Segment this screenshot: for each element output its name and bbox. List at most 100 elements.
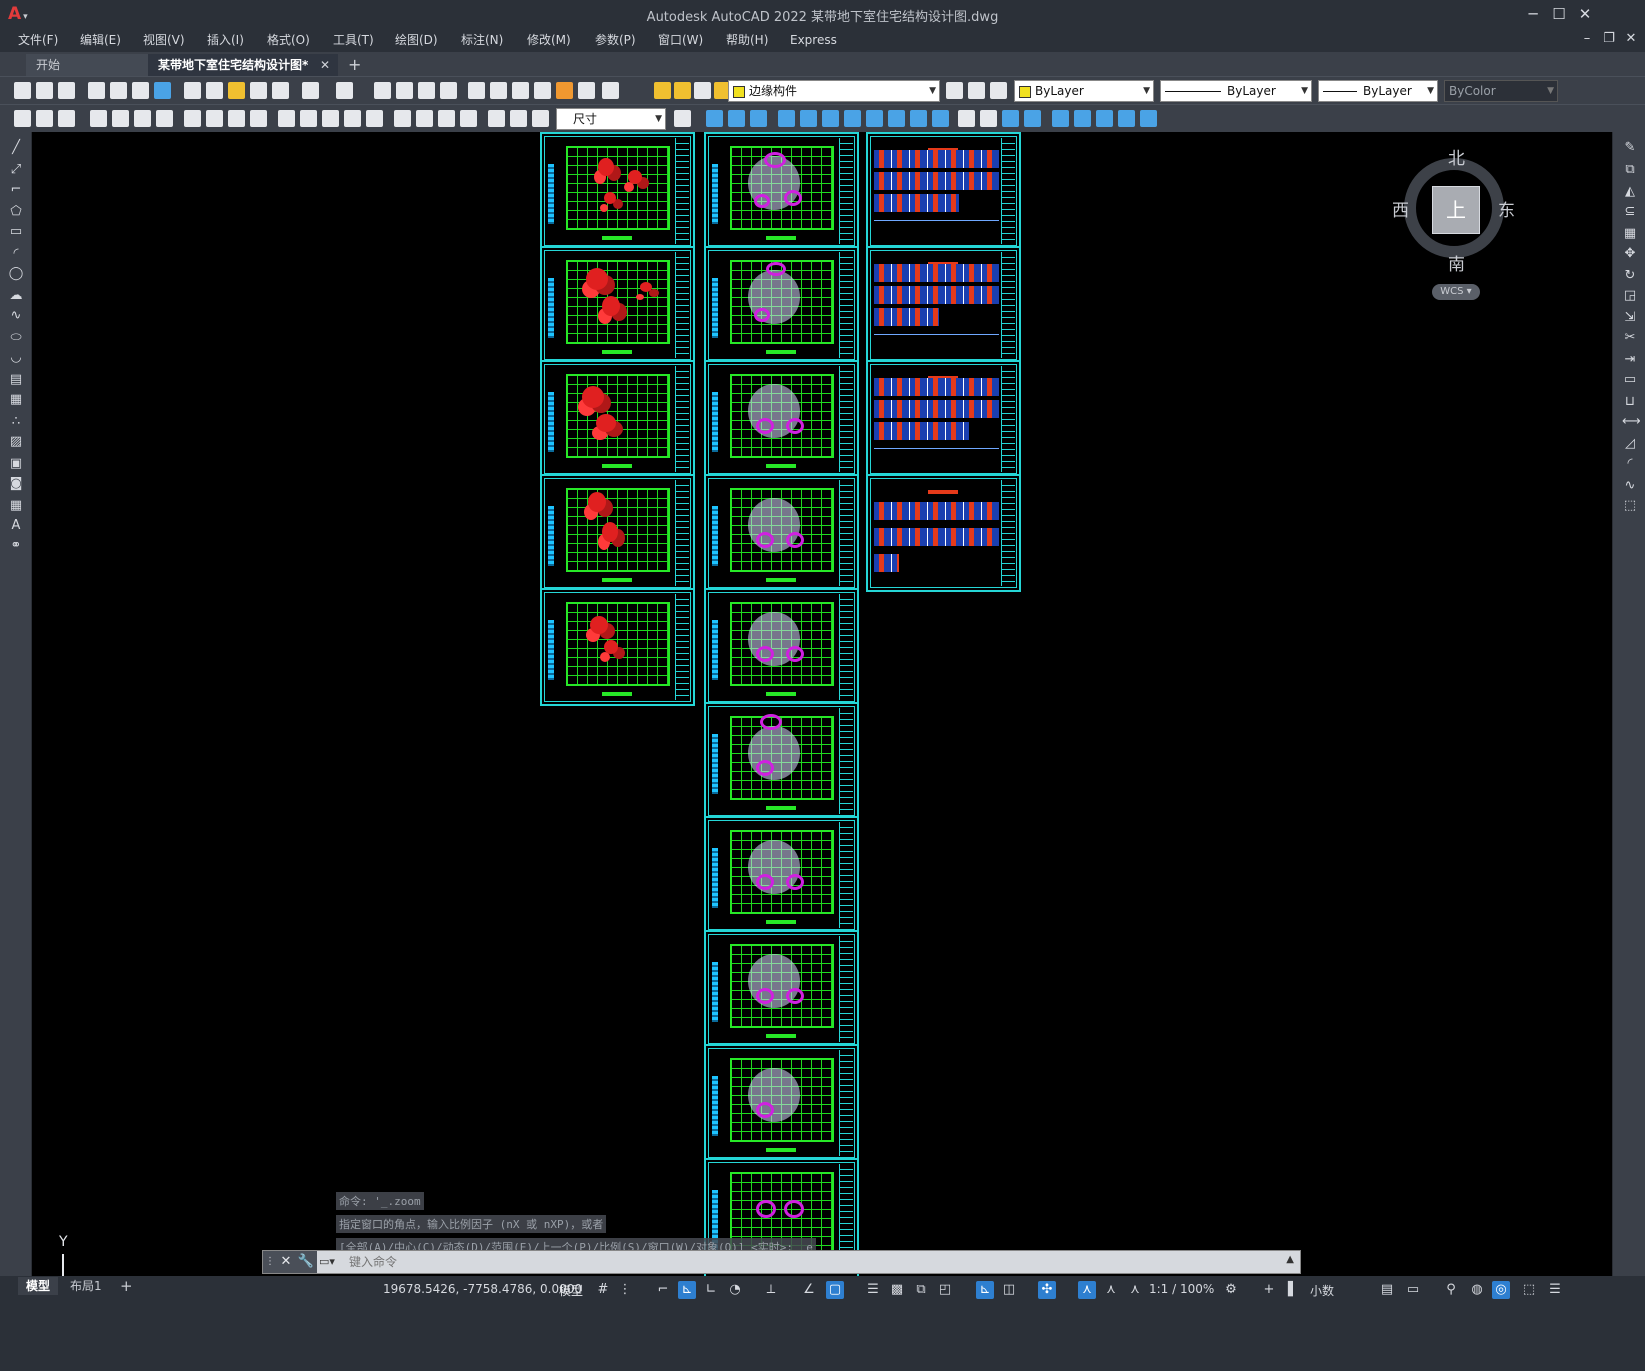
extend-icon[interactable]: ⇥ <box>1622 352 1638 368</box>
arc-icon[interactable]: ◜ <box>8 246 24 262</box>
menu-help[interactable]: 帮助(H) <box>726 31 768 49</box>
graphics-performance-icon[interactable]: ◍ <box>1468 1281 1486 1299</box>
plotstyle-dropdown[interactable]: ByColor ▼ <box>1444 80 1558 102</box>
compass-west[interactable]: 西 <box>1392 196 1409 221</box>
drawing-canvas[interactable]: 上 北 南 东 西 WCS ▾ Y X 命令: '_.zoom 指定窗口的角点，… <box>32 132 1612 1338</box>
clean-screen-icon[interactable]: ◎ <box>1492 1281 1510 1299</box>
dim-baseline-icon[interactable] <box>300 110 317 127</box>
workspace-gear-icon[interactable]: ⚙ <box>1222 1281 1240 1299</box>
menu-format[interactable]: 格式(O) <box>267 31 310 49</box>
menu-express[interactable]: Express <box>790 31 837 49</box>
menu-edit[interactable]: 编辑(E) <box>80 31 121 49</box>
drawing-sheet[interactable] <box>704 816 859 934</box>
tolerance-icon[interactable] <box>394 110 411 127</box>
union-icon[interactable] <box>888 110 905 127</box>
mdi-restore-button[interactable]: ❐ <box>1600 30 1618 48</box>
rectangle-icon[interactable]: ▭ <box>8 224 24 240</box>
annotation-scale-icon[interactable]: ⋏ <box>1126 1281 1144 1299</box>
new-tab-button[interactable]: + <box>348 54 361 76</box>
dim-linear-icon[interactable] <box>90 110 107 127</box>
layer-freeze-icon[interactable] <box>674 82 691 99</box>
coordinate-readout[interactable]: 19678.5426, -7758.4786, 0.0000 <box>383 1282 582 1296</box>
visual-style-icon[interactable] <box>958 110 975 127</box>
dim-angular-icon[interactable] <box>250 110 267 127</box>
design-center-icon[interactable] <box>490 82 507 99</box>
array-icon[interactable]: ▦ <box>1622 226 1638 242</box>
drawing-sheet[interactable] <box>866 474 1021 592</box>
menu-view[interactable]: 视图(V) <box>143 31 185 49</box>
publish-icon[interactable] <box>154 82 171 99</box>
join-icon[interactable]: ⟷ <box>1622 414 1641 430</box>
object-snap-icon[interactable]: ▢ <box>826 1281 844 1299</box>
lock-ui-icon[interactable]: ▭ <box>1404 1281 1422 1299</box>
fillet-icon[interactable]: ◜ <box>1622 456 1638 472</box>
menu-file[interactable]: 文件(F) <box>18 31 58 49</box>
table-icon[interactable]: ▦ <box>8 498 24 514</box>
trim-icon[interactable]: ✂ <box>1622 330 1638 346</box>
dim-arc-icon[interactable] <box>134 110 151 127</box>
fullscreen-icon[interactable]: ⬚ <box>1520 1281 1538 1299</box>
menu-insert[interactable]: 插入(I) <box>207 31 244 49</box>
polygon-icon[interactable]: ⬠ <box>8 204 24 220</box>
dim-jogged-icon[interactable] <box>206 110 223 127</box>
add-layout-button[interactable]: + <box>112 1277 141 1295</box>
command-input[interactable] <box>349 1253 1249 1271</box>
polyline-icon[interactable]: ⌐ <box>8 182 24 198</box>
point-icon[interactable]: ∴ <box>8 414 24 430</box>
customization-icon[interactable]: ☰ <box>1546 1281 1564 1299</box>
dimstyle-icon[interactable] <box>674 110 691 127</box>
sweep-icon[interactable] <box>822 110 839 127</box>
region-icon[interactable]: ◙ <box>8 476 24 492</box>
break-icon[interactable]: ⊔ <box>1622 394 1638 410</box>
dim-break-icon[interactable] <box>366 110 383 127</box>
print-icon[interactable] <box>88 82 105 99</box>
copy-object-icon[interactable]: ⧉ <box>1622 162 1638 178</box>
isolate-objects-icon[interactable]: ⚲ <box>1442 1281 1460 1299</box>
insert-block-icon[interactable]: ▤ <box>8 372 24 388</box>
dynamic-input-icon[interactable]: ⊾ <box>678 1281 696 1299</box>
auto-scale-icon[interactable]: ⋏ <box>1102 1281 1120 1299</box>
markup-icon[interactable] <box>556 82 573 99</box>
sheet-set-icon[interactable] <box>534 82 551 99</box>
ortho-icon[interactable]: ∟ <box>702 1281 720 1299</box>
cylinder-icon[interactable] <box>750 110 767 127</box>
object-snap-tracking-icon[interactable]: ∠ <box>800 1281 818 1299</box>
subtract-icon[interactable] <box>910 110 927 127</box>
close-window-button[interactable]: ✕ <box>1574 4 1596 24</box>
calculator-icon[interactable] <box>578 82 595 99</box>
drawing-sheet[interactable] <box>704 360 859 478</box>
mesh-icon[interactable] <box>1140 110 1157 127</box>
color-dropdown[interactable]: ByLayer ▼ <box>1014 80 1154 102</box>
layer-dropdown[interactable]: 边缘构件 ▼ <box>728 80 940 102</box>
tool-palettes-icon[interactable] <box>512 82 529 99</box>
redo-icon[interactable] <box>336 82 353 99</box>
rotate-icon[interactable]: ↻ <box>1622 268 1638 284</box>
drawing-sheet[interactable] <box>704 1044 859 1162</box>
layer-viewport-icon[interactable] <box>694 82 711 99</box>
block-editor-icon[interactable] <box>272 82 289 99</box>
make-current-layer-icon[interactable] <box>968 82 985 99</box>
selection-filter-icon[interactable]: ◫ <box>1000 1281 1018 1299</box>
annotation-scale-value[interactable]: 1:1 / 100% <box>1149 1282 1214 1296</box>
chamfer-icon[interactable]: ◿ <box>1622 436 1638 452</box>
gizmo-icon[interactable]: ✣ <box>1038 1281 1056 1299</box>
dim-ordinate-icon[interactable] <box>156 110 173 127</box>
plot-icon[interactable] <box>132 82 149 99</box>
linear-dimension-icon[interactable] <box>36 110 53 127</box>
annotation-visibility-icon[interactable]: ⋏ <box>1078 1281 1096 1299</box>
drawing-sheet[interactable] <box>540 246 695 364</box>
center-mark-icon[interactable] <box>416 110 433 127</box>
annotation-monitor-icon[interactable]: + <box>1260 1281 1278 1299</box>
construction-line-icon[interactable]: ⤢ <box>8 162 24 178</box>
dimstyle-dropdown[interactable]: 尺寸 ▼ <box>556 108 666 130</box>
drawing-sheet[interactable] <box>704 702 859 820</box>
dim-update-icon[interactable] <box>532 110 549 127</box>
minimize-button[interactable]: ─ <box>1522 4 1544 24</box>
layer-previous-icon[interactable] <box>990 82 1007 99</box>
tab-layout1[interactable]: 布局1 <box>62 1277 110 1295</box>
scale-icon[interactable]: ◲ <box>1622 288 1638 304</box>
copy-icon[interactable] <box>206 82 223 99</box>
explode-icon[interactable]: ⬚ <box>1622 498 1638 514</box>
drawing-sheet[interactable] <box>540 588 695 706</box>
compass-north[interactable]: 北 <box>1448 144 1465 169</box>
